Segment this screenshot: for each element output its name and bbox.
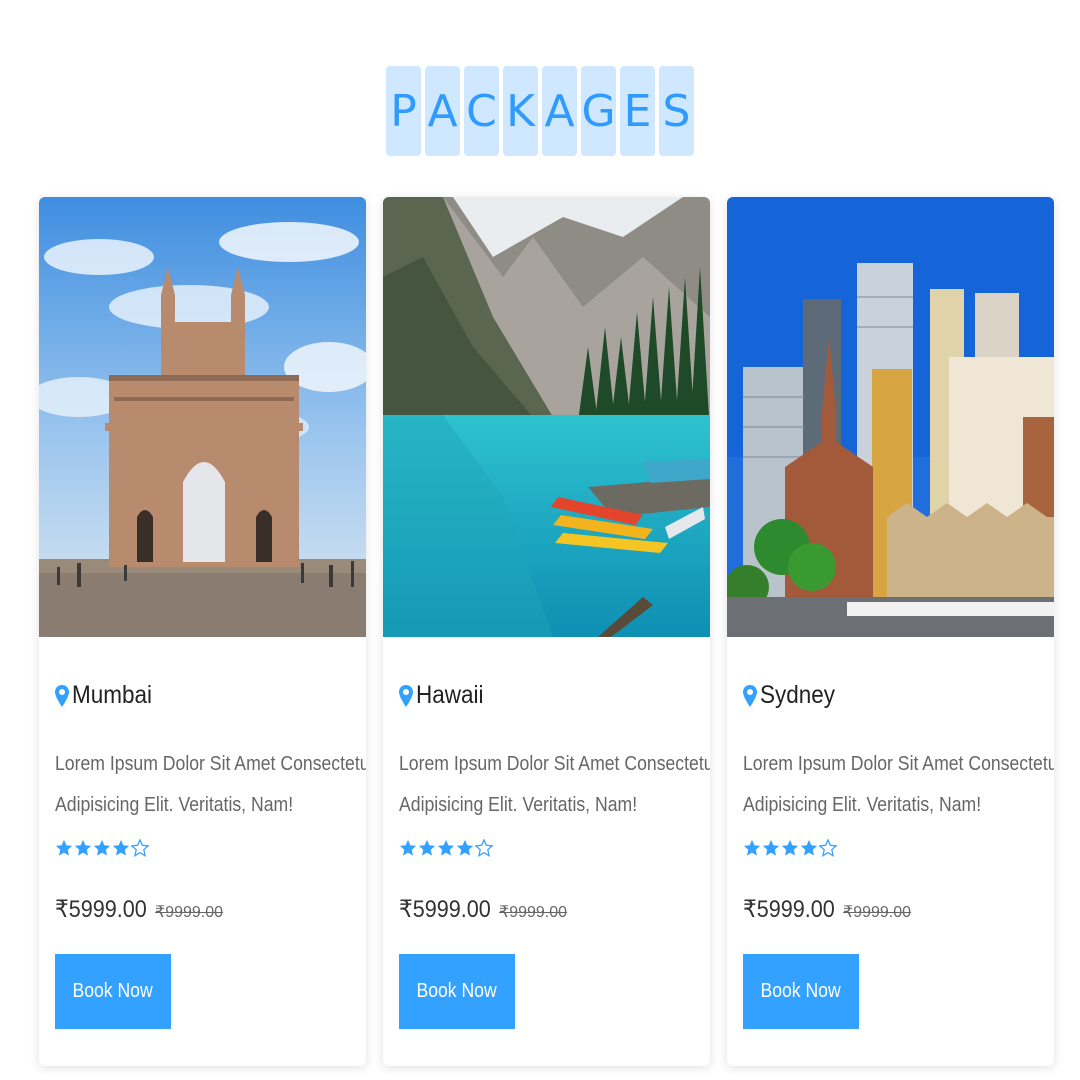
price: ₹5999.00 ₹9999.00 [743,895,911,924]
heading-letter: S [659,66,694,156]
star-filled-icon [418,839,436,856]
star-outline-icon [131,839,149,857]
package-card-hawaii: Hawaii Lorem Ipsum Dolor Sit Amet Consec… [383,197,710,1066]
package-description: Lorem Ipsum Dolor Sit Amet Consectetur A… [55,743,366,825]
map-pin-icon [743,684,757,707]
price: ₹5999.00 ₹9999.00 [399,895,567,924]
heading-letter: C [464,66,499,156]
book-now-label: Book Now [72,980,154,1002]
location-name: Sydney [760,681,836,709]
package-description: Lorem Ipsum Dolor Sit Amet Consectetur A… [743,743,1054,825]
price: ₹5999.00 ₹9999.00 [55,895,223,924]
heading-letter: E [620,66,655,156]
description-line: Adipisicing Elit. Veritatis, Nam! [55,793,294,816]
location: Mumbai [55,681,161,710]
star-filled-icon [456,839,474,856]
heading-letter: G [581,66,616,156]
book-now-label: Book Now [760,980,842,1002]
location-name: Hawaii [416,681,484,709]
star-outline-icon [475,839,493,857]
map-pin-icon [399,684,413,707]
description-line: Lorem Ipsum Dolor Sit Amet Consectetur [743,752,1054,775]
description-line: Lorem Ipsum Dolor Sit Amet Consectetur [55,752,366,775]
star-filled-icon [112,839,130,856]
star-outline-icon [819,839,837,857]
location: Hawaii [399,681,491,710]
rating-stars [399,839,493,857]
package-description: Lorem Ipsum Dolor Sit Amet Consectetur A… [399,743,710,825]
hawaii-lake-image [383,197,710,637]
section-heading: P A C K A G E S [0,66,1080,156]
star-filled-icon [437,839,455,856]
description-line: Adipisicing Elit. Veritatis, Nam! [743,793,982,816]
current-price: ₹5999.00 [55,896,147,923]
package-card-sydney: Sydney Lorem Ipsum Dolor Sit Amet Consec… [727,197,1054,1066]
description-line: Adipisicing Elit. Veritatis, Nam! [399,793,638,816]
heading-letter: K [503,66,538,156]
star-filled-icon [74,839,92,856]
heading-letter: A [425,66,460,156]
location: Sydney [743,681,843,710]
original-price: ₹9999.00 [843,904,912,921]
star-filled-icon [399,839,417,856]
book-now-label: Book Now [416,980,498,1002]
book-now-button[interactable]: Book Now [399,954,515,1029]
mumbai-gateway-image [39,197,366,637]
location-name: Mumbai [72,681,153,709]
heading-letter: P [386,66,421,156]
description-line: Lorem Ipsum Dolor Sit Amet Consectetur [399,752,710,775]
map-pin-icon [55,684,69,707]
star-filled-icon [743,839,761,856]
package-cards: Mumbai Lorem Ipsum Dolor Sit Amet Consec… [39,197,1054,1066]
star-filled-icon [93,839,111,856]
star-filled-icon [55,839,73,856]
book-now-button[interactable]: Book Now [55,954,171,1029]
star-filled-icon [762,839,780,856]
current-price: ₹5999.00 [399,896,491,923]
heading-letter: A [542,66,577,156]
original-price: ₹9999.00 [499,904,568,921]
star-filled-icon [781,839,799,856]
original-price: ₹9999.00 [155,904,224,921]
book-now-button[interactable]: Book Now [743,954,859,1029]
sydney-skyline-image [727,197,1054,637]
star-filled-icon [800,839,818,856]
package-card-mumbai: Mumbai Lorem Ipsum Dolor Sit Amet Consec… [39,197,366,1066]
current-price: ₹5999.00 [743,896,835,923]
rating-stars [743,839,837,857]
rating-stars [55,839,149,857]
